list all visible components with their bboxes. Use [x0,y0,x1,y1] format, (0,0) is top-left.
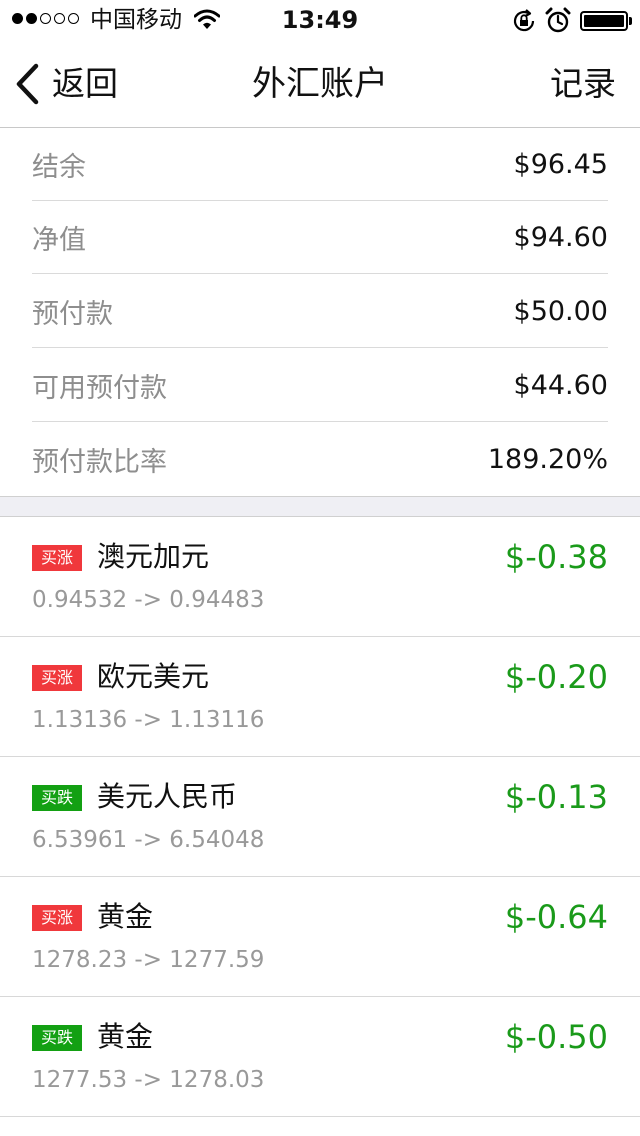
summary-value: 189.20% [487,444,608,475]
summary-label: 预付款 [32,298,113,330]
battery-tip [629,17,632,25]
battery-level [584,15,624,27]
position-profit: $-0.13 [504,778,608,816]
nav-bar: 返回 外汇账户 记录 [0,40,640,128]
status-time: 13:49 [281,6,359,34]
direction-badge: 买涨 [32,545,82,571]
position-symbol: 黄金 [97,1020,154,1053]
summary-value: $44.60 [513,369,608,401]
summary-value: $94.60 [513,221,608,253]
position-profit: $-0.64 [504,898,608,936]
status-bar: 中国移动 13:49 [0,0,640,40]
position-prices: 0.94532 -> 0.94483 [32,587,265,613]
direction-badge: 买跌 [32,785,82,811]
alarm-clock-icon [545,7,571,33]
position-symbol: 澳元加元 [97,540,210,573]
position-profit: $-0.38 [504,538,608,576]
page-title: 外汇账户 [252,64,388,104]
summary-row-margin: 预付款 $50.00 [32,275,608,348]
summary-label: 结余 [32,151,86,183]
direction-badge: 买跌 [32,1025,82,1051]
position-row[interactable]: 买涨 澳元加元 $-0.38 0.94532 -> 0.94483 [0,517,640,637]
position-symbol: 美元人民币 [97,780,238,813]
summary-row-margin-level: 预付款比率 189.20% [32,423,608,496]
position-prices: 1277.53 -> 1278.03 [32,1067,265,1093]
summary-row-equity: 净值 $94.60 [32,201,608,274]
position-row[interactable]: 买跌 美元人民币 $-0.13 6.53961 -> 6.54048 [0,757,640,877]
position-profit: $-0.50 [504,1018,608,1056]
position-prices: 1.13136 -> 1.13116 [32,707,265,733]
summary-label: 可用预付款 [32,372,167,404]
position-row[interactable]: 买涨 欧元美元 $-0.20 1.13136 -> 1.13116 [0,637,640,757]
summary-label: 预付款比率 [32,447,167,478]
position-symbol: 黄金 [97,900,154,933]
summary-row-balance: 结余 $96.45 [32,128,608,201]
position-prices: 6.53961 -> 6.54048 [32,827,265,853]
summary-value: $96.45 [513,148,608,180]
rotation-lock-icon [513,9,535,32]
position-symbol: 欧元美元 [97,660,210,693]
battery-icon [580,11,628,31]
summary-label: 净值 [32,224,86,256]
position-row[interactable]: 买涨 黄金 $-0.64 1278.23 -> 1277.59 [0,877,640,997]
position-row[interactable]: 买跌 黄金 $-0.50 1277.53 -> 1278.03 [0,997,640,1117]
section-divider [0,496,640,517]
summary-value: $50.00 [513,295,608,327]
position-profit: $-0.20 [504,658,608,696]
account-summary: 结余 $96.45 净值 $94.60 预付款 $50.00 可用预付款 $44… [0,128,640,496]
summary-row-free-margin: 可用预付款 $44.60 [32,349,608,422]
direction-badge: 买涨 [32,905,82,931]
position-prices: 1278.23 -> 1277.59 [32,947,265,973]
direction-badge: 买涨 [32,665,82,691]
records-button[interactable]: 记录 [550,62,616,106]
